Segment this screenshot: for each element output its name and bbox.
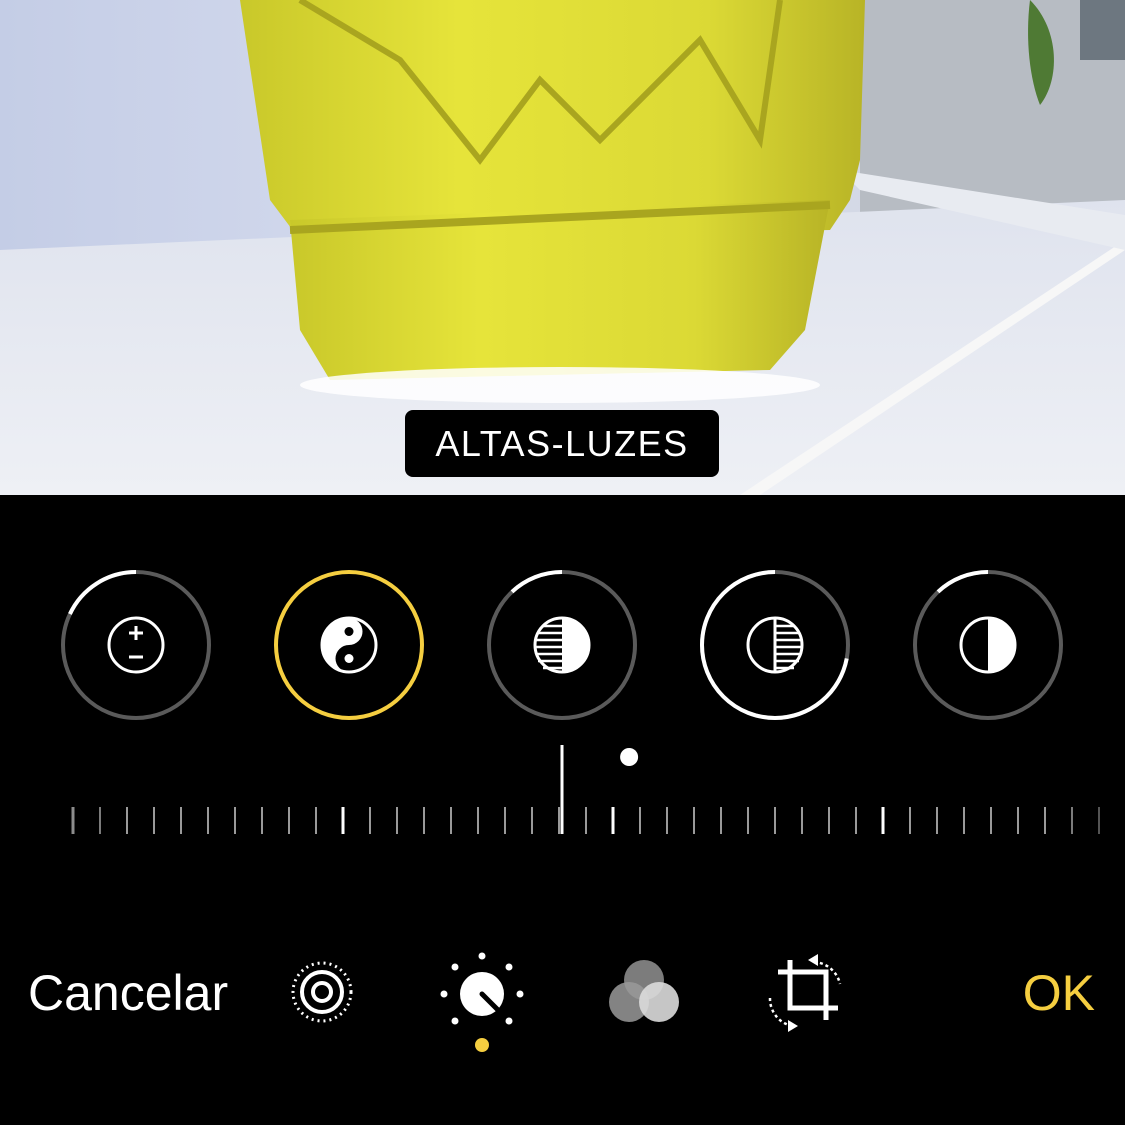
brightness-dial[interactable]: [903, 560, 1073, 730]
adjustment-dials: [0, 560, 1125, 730]
filters-icon[interactable]: [594, 940, 694, 1040]
adjust-icon[interactable]: [432, 940, 532, 1052]
adjustment-name-label: ALTAS-LUZES: [405, 410, 719, 477]
highlights-dial[interactable]: [264, 560, 434, 730]
cancel-button[interactable]: Cancelar: [28, 964, 228, 1022]
yin-yang-icon: [320, 616, 378, 674]
exposure-dial[interactable]: [51, 560, 221, 730]
exposure-icon: [107, 616, 165, 674]
active-tool-dot: [475, 1038, 489, 1052]
slider-value-dot: [620, 748, 639, 766]
shadows-dial[interactable]: [477, 560, 647, 730]
slider-ruler: [71, 745, 1100, 834]
contrast-lines-icon: [746, 616, 804, 674]
shadows-icon: [533, 616, 591, 674]
crop-rotate-icon[interactable]: [752, 940, 852, 1040]
value-slider[interactable]: [0, 735, 1125, 845]
photo-preview[interactable]: ALTAS-LUZES: [0, 0, 1125, 495]
ok-button[interactable]: OK: [1023, 964, 1095, 1022]
live-photo-icon[interactable]: [272, 940, 372, 1040]
bottom-toolbar: Cancelar OK: [0, 940, 1125, 1060]
contrast-dial[interactable]: [690, 560, 860, 730]
half-circle-icon: [959, 616, 1017, 674]
